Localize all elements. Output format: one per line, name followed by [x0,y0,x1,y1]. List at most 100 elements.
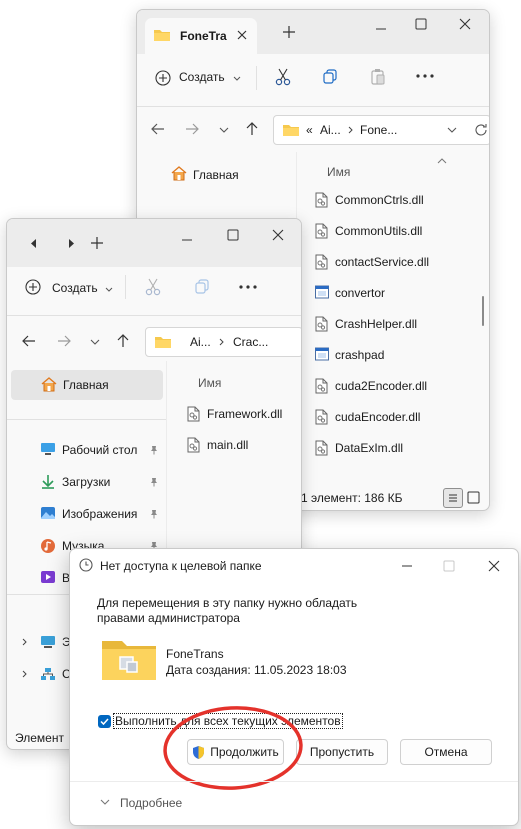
file-row[interactable]: cuda2Encoder.dll [315,373,427,399]
new-button[interactable]: Создать [21,275,113,299]
breadcrumb-chevron-icon [348,126,353,134]
cut-icon[interactable] [145,278,161,296]
tab-scroll-left-icon[interactable] [31,239,37,248]
copy-icon[interactable] [194,279,210,295]
file-name: CommonUtils.dll [335,224,423,238]
tiles-view-button[interactable] [467,491,480,504]
paste-icon[interactable] [370,68,386,86]
breadcrumb-overflow[interactable]: « [306,123,313,137]
cancel-button[interactable]: Отмена [400,739,492,765]
close-icon[interactable] [488,560,500,572]
this-pc-icon [40,635,56,649]
videos-icon [40,570,56,584]
copy-icon[interactable] [322,69,338,85]
nav-home-label: Главная [63,378,109,392]
chevron-down-icon [233,76,241,81]
chevron-down-icon[interactable] [100,799,110,805]
new-button-label: Создать [179,70,225,84]
exe-icon [315,347,329,363]
close-icon[interactable] [459,18,471,30]
file-name: CrashHelper.dll [335,317,418,331]
more-icon[interactable] [416,74,434,78]
file-name: CommonCtrls.dll [335,193,424,207]
tab-fonetrans[interactable]: FoneTra [145,18,257,54]
folder-icon [154,335,172,349]
file-row[interactable]: main.dll [187,432,248,458]
home-icon [41,377,57,392]
up-arrow-icon[interactable] [246,122,258,136]
new-button-label: Создать [52,281,98,295]
plus-circle-icon [25,279,41,295]
skip-button[interactable]: Пропустить [296,739,388,765]
history-chevron-icon[interactable] [90,339,100,345]
maximize-icon [443,560,455,572]
forward-arrow-icon[interactable] [57,335,71,347]
details-toggle-label[interactable]: Подробнее [120,796,182,810]
new-tab-icon[interactable] [283,26,295,38]
breadcrumb-item[interactable]: Fone... [360,123,397,137]
folder-large-icon [100,637,158,683]
pin-icon[interactable] [149,509,159,519]
file-row[interactable]: CrashHelper.dll [315,311,417,337]
breadcrumb-item[interactable]: Crac... [233,335,268,349]
file-row[interactable]: CommonCtrls.dll [315,187,424,213]
dll-icon [315,316,329,332]
forward-arrow-icon[interactable] [185,123,199,135]
nav-item-pictures[interactable]: Изображения [7,500,167,528]
maximize-icon[interactable] [227,229,239,241]
expand-chevron-icon[interactable] [22,638,27,646]
file-row[interactable]: crashpad [315,342,384,368]
file-row[interactable]: convertor [315,280,385,306]
column-header-name[interactable]: Имя [198,376,221,390]
tab-close-icon[interactable] [237,30,247,40]
apply-all-checkbox[interactable] [98,715,111,728]
details-view-button[interactable] [443,488,463,508]
file-row[interactable]: DataExIm.dll [315,435,403,461]
column-header-name[interactable]: Имя [327,165,350,179]
pin-icon[interactable] [149,477,159,487]
tab-title: FoneTra [180,29,227,43]
file-name: main.dll [207,438,249,452]
address-dropdown-icon[interactable] [447,127,457,133]
maximize-icon[interactable] [415,18,427,30]
up-arrow-icon[interactable] [117,334,129,348]
home-icon [171,166,187,181]
back-arrow-icon[interactable] [151,123,165,135]
more-icon[interactable] [239,285,257,289]
close-icon[interactable] [272,229,284,241]
address-bar[interactable]: « Ai... Fone... [273,115,489,145]
breadcrumb-item[interactable]: Ai... [190,335,211,349]
minimize-icon[interactable] [375,23,387,35]
cut-icon[interactable] [275,68,291,86]
file-row[interactable]: contactService.dll [315,249,429,275]
clock-icon [79,558,93,572]
expand-chevron-icon[interactable] [22,670,27,678]
nav-home-label[interactable]: Главная [193,168,239,182]
folder-icon [282,123,300,137]
nav-item-desktop[interactable]: Рабочий стол [7,436,167,464]
pin-icon[interactable] [149,445,159,455]
nav-separator [7,419,167,420]
history-chevron-icon[interactable] [219,127,229,133]
nav-item-downloads[interactable]: Загрузки [7,468,167,496]
details-view-icon [449,494,457,502]
breadcrumb-item[interactable]: Ai... [320,123,341,137]
address-bar[interactable]: Ai... Crac... [145,327,301,357]
dll-icon [315,254,329,270]
refresh-icon[interactable] [474,123,488,137]
file-row[interactable]: cudaEncoder.dll [315,404,420,430]
new-button[interactable]: Создать [151,66,243,90]
file-row[interactable]: Framework.dll [187,401,282,427]
chevron-down-icon [105,287,113,292]
pictures-icon [40,506,56,520]
toolbar-separator [137,106,489,107]
file-row[interactable]: CommonUtils.dll [315,218,422,244]
scrollbar-thumb[interactable] [482,296,484,326]
back-arrow-icon[interactable] [22,335,36,347]
tab-scroll-right-icon[interactable] [68,239,74,248]
new-tab-icon[interactable] [91,237,103,249]
status-text: 1 элемент: 186 КБ [301,491,403,505]
nav-item-home[interactable]: Главная [11,370,163,400]
minimize-icon[interactable] [401,560,413,572]
minimize-icon[interactable] [181,234,193,246]
